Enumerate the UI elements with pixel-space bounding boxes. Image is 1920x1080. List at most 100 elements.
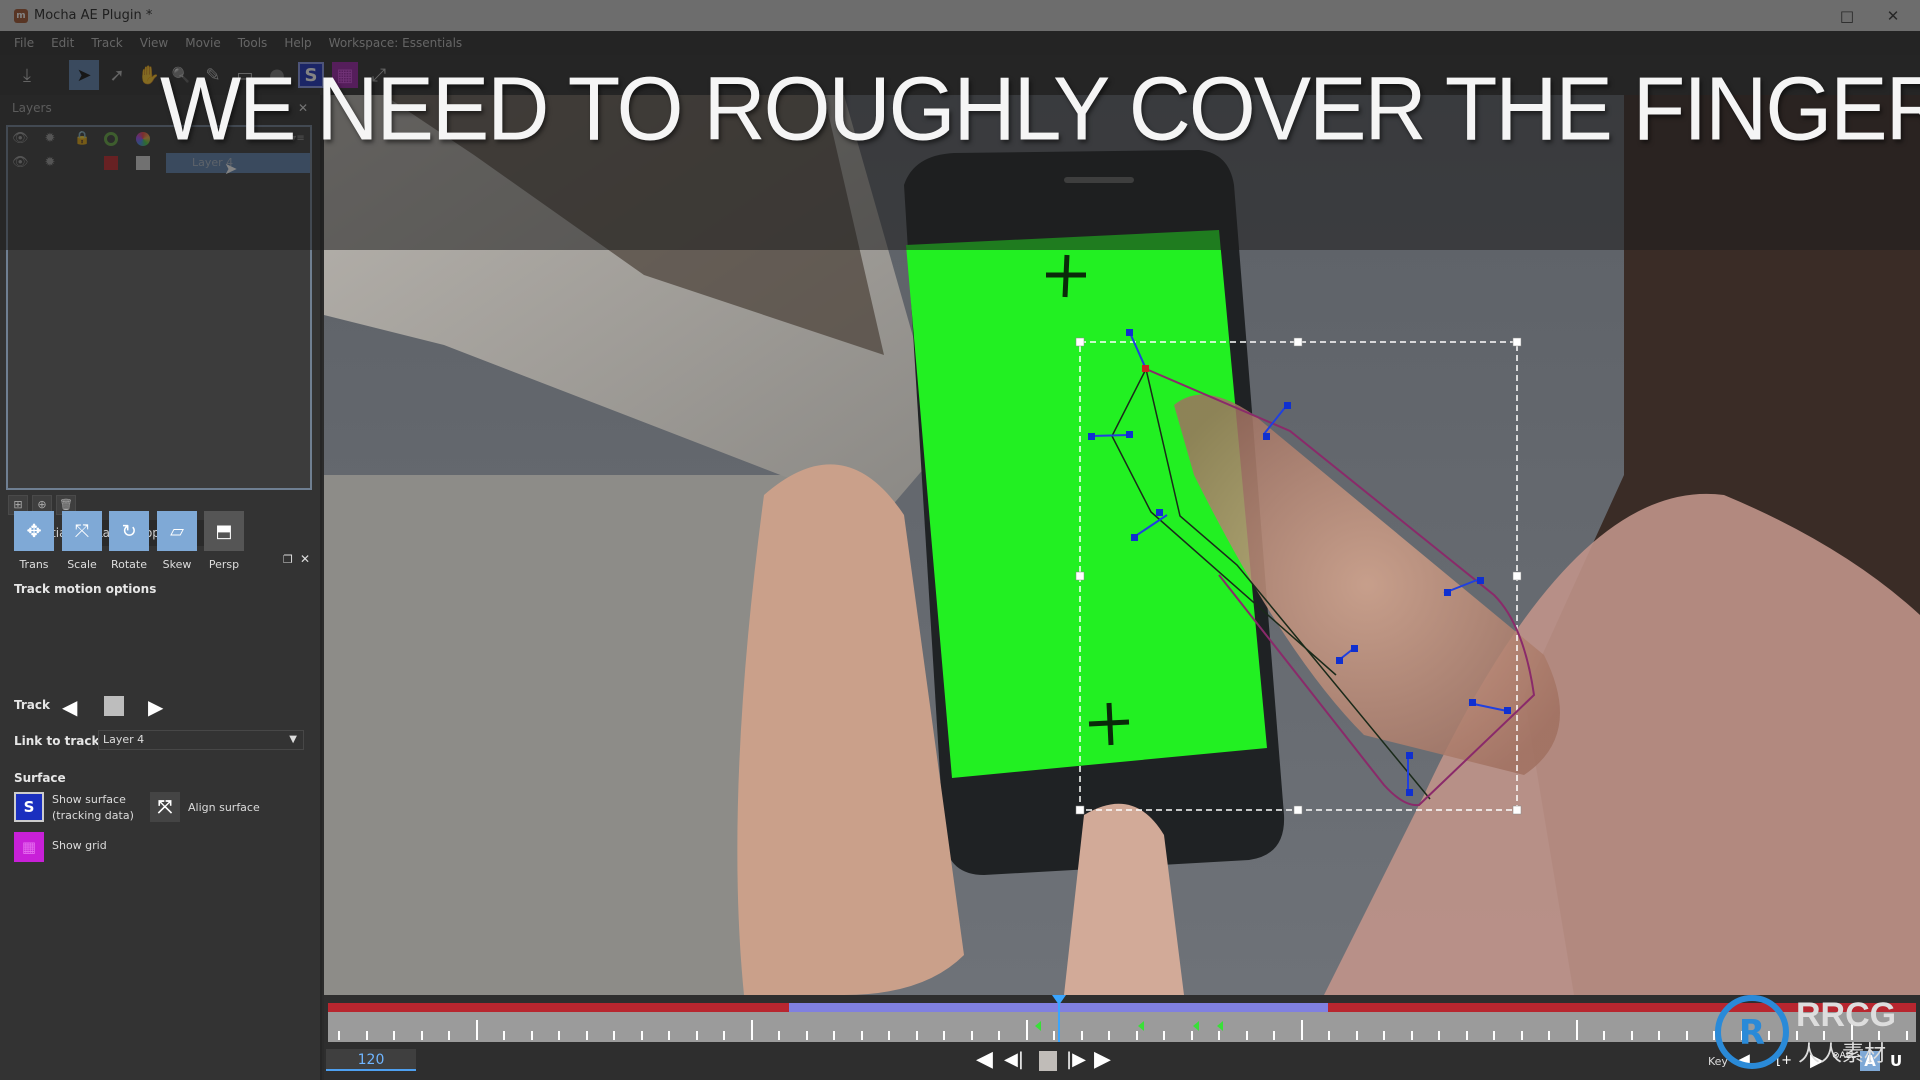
menu-bar: File Edit Track View Movie Tools Help Wo… bbox=[0, 31, 1920, 55]
show-grid-toggle[interactable]: ▦ bbox=[14, 832, 44, 862]
chevron-down-icon: ▼ bbox=[289, 734, 297, 745]
timeline-tick bbox=[695, 1031, 698, 1040]
timeline-tick bbox=[1685, 1031, 1688, 1040]
hand-tool-icon: ✋ bbox=[137, 64, 161, 86]
layers-list: 👁 ✹ 🔒 ▾≡ 👁 ✹ Layer 4 ➤ bbox=[6, 125, 312, 490]
undock-icon[interactable]: ❐ bbox=[283, 553, 293, 566]
lock-icon[interactable]: 🔒 bbox=[74, 131, 90, 147]
mocha-window: m Mocha AE Plugin * □ ✕ File Edit Track … bbox=[0, 0, 1920, 1080]
keyframe-marker[interactable] bbox=[1217, 1021, 1224, 1031]
play-forwards-button[interactable]: ▶ bbox=[1094, 1049, 1111, 1071]
svg-text:R: R bbox=[1739, 1013, 1765, 1053]
layer-gear-icon[interactable]: ✹ bbox=[42, 155, 58, 171]
step-back-button[interactable]: ◀| bbox=[1004, 1049, 1024, 1071]
timeline-tick bbox=[1163, 1031, 1165, 1040]
layer-visibility-eye-icon[interactable]: 👁 bbox=[12, 155, 29, 171]
color-wheel-icon[interactable] bbox=[104, 132, 118, 146]
properties-close-icon[interactable]: ✕ bbox=[300, 552, 310, 566]
menu-edit[interactable]: Edit bbox=[51, 36, 74, 50]
persp-toggle[interactable]: ⬒ bbox=[204, 511, 244, 551]
link-to-track-value: Layer 4 bbox=[103, 733, 145, 746]
menu-help[interactable]: Help bbox=[284, 36, 311, 50]
keyframe-marker[interactable] bbox=[1137, 1021, 1144, 1031]
timeline-tick bbox=[1658, 1031, 1660, 1040]
color-palette-icon[interactable] bbox=[136, 132, 150, 146]
timeline-tick bbox=[558, 1031, 560, 1040]
close-button[interactable]: ✕ bbox=[1870, 0, 1916, 31]
step-forward-icon: |▶ bbox=[1066, 1049, 1086, 1070]
keyframe-marker[interactable] bbox=[1034, 1021, 1041, 1031]
timeline-tick bbox=[1410, 1031, 1413, 1040]
menu-workspace[interactable]: Workspace: Essentials bbox=[329, 36, 463, 50]
window-title: Mocha AE Plugin * bbox=[34, 8, 153, 23]
timeline-tick bbox=[1108, 1031, 1110, 1040]
step-forward-button[interactable]: |▶ bbox=[1066, 1049, 1086, 1071]
menu-track[interactable]: Track bbox=[91, 36, 122, 50]
timeline-tick bbox=[448, 1031, 450, 1040]
rotate-icon: ↻ bbox=[121, 520, 137, 542]
eye-icon[interactable]: 👁 bbox=[12, 131, 29, 147]
menu-view[interactable]: View bbox=[140, 36, 168, 50]
current-frame-field[interactable]: 120 bbox=[326, 1049, 416, 1071]
scale-icon: ⤧ bbox=[74, 520, 90, 542]
timeline-tick bbox=[668, 1031, 670, 1040]
stop-button[interactable] bbox=[1039, 1051, 1057, 1071]
phone-speaker bbox=[1064, 177, 1134, 183]
select-tool[interactable]: ➤ bbox=[69, 60, 99, 90]
close-icon: ✕ bbox=[1886, 6, 1900, 25]
playhead-handle[interactable] bbox=[1052, 995, 1067, 1005]
left-panel: Layers ✕ 👁 ✹ 🔒 ▾≡ 👁 ✹ Layer 4 ➤ ⊞ ⊕ 🗑 ❐ … bbox=[0, 95, 322, 1080]
timeline-tick bbox=[1300, 1020, 1303, 1040]
selected-control-point[interactable] bbox=[1142, 365, 1149, 372]
trans-toggle[interactable]: ✥ bbox=[14, 511, 54, 551]
viewer-canvas[interactable] bbox=[324, 95, 1920, 995]
keyframe-marker[interactable] bbox=[1193, 1021, 1200, 1031]
export-button[interactable]: ⤓ bbox=[12, 60, 42, 90]
timeline-tick bbox=[805, 1031, 808, 1040]
timeline-track[interactable] bbox=[328, 1012, 1916, 1042]
title-bar: m Mocha AE Plugin * □ ✕ bbox=[0, 0, 1920, 31]
grid-icon: ▦ bbox=[21, 838, 37, 856]
layer-matte-swatch[interactable] bbox=[136, 156, 150, 170]
timeline-tick bbox=[475, 1020, 478, 1040]
gear-icon[interactable]: ✹ bbox=[42, 131, 58, 147]
timeline-tick bbox=[888, 1031, 890, 1040]
tutorial-caption: WE NEED TO ROUGHLY COVER THE FINGER bbox=[160, 58, 1920, 160]
show-grid-label: Show grid bbox=[52, 839, 107, 852]
menu-movie[interactable]: Movie bbox=[185, 36, 221, 50]
goto-start-button[interactable]: ◀ bbox=[976, 1049, 993, 1071]
align-surface-toggle[interactable]: ⤧ bbox=[150, 792, 180, 822]
timeline-tick bbox=[640, 1031, 643, 1040]
menu-file[interactable]: File bbox=[14, 36, 34, 50]
show-surface-toggle[interactable]: S bbox=[14, 792, 44, 822]
timeline-tick bbox=[1493, 1031, 1495, 1040]
menu-tools[interactable]: Tools bbox=[238, 36, 268, 50]
timeline-tick bbox=[915, 1031, 918, 1040]
new-layer-icon: ⊕ bbox=[37, 498, 47, 511]
timeline-tick bbox=[585, 1031, 588, 1040]
add-point-tool[interactable]: ➚ bbox=[102, 60, 132, 90]
rrcg-brand: RRCG bbox=[1796, 996, 1897, 1034]
scale-toggle[interactable]: ⤧ bbox=[62, 511, 102, 551]
skew-toggle[interactable]: ▱ bbox=[157, 511, 197, 551]
timeline-tick bbox=[1273, 1031, 1275, 1040]
timeline-tick bbox=[943, 1031, 945, 1040]
layer-color-swatch[interactable] bbox=[104, 156, 118, 170]
maximize-button[interactable]: □ bbox=[1824, 0, 1870, 31]
export-icon: ⤓ bbox=[23, 64, 31, 86]
show-surface-label: Show surface (tracking data) bbox=[52, 792, 134, 824]
track-backwards-button[interactable]: ◀ bbox=[62, 695, 77, 719]
trash-icon: 🗑 bbox=[59, 498, 73, 511]
select-tool-icon: ➤ bbox=[76, 64, 92, 86]
show-surface-label-line2: (tracking data) bbox=[52, 809, 134, 822]
timeline-tick bbox=[503, 1031, 505, 1040]
timeline-tick bbox=[365, 1031, 368, 1040]
timeline-tick bbox=[1575, 1020, 1578, 1040]
link-to-track-select[interactable]: Layer 4 ▼ bbox=[98, 730, 304, 750]
rotate-toggle[interactable]: ↻ bbox=[109, 511, 149, 551]
stop-tracking-button[interactable] bbox=[104, 696, 124, 716]
play-backwards-icon: ◀ bbox=[976, 1047, 993, 1072]
timeline-tick bbox=[1520, 1031, 1523, 1040]
track-forwards-button[interactable]: ▶ bbox=[148, 695, 163, 719]
timeline-tick bbox=[1438, 1031, 1440, 1040]
